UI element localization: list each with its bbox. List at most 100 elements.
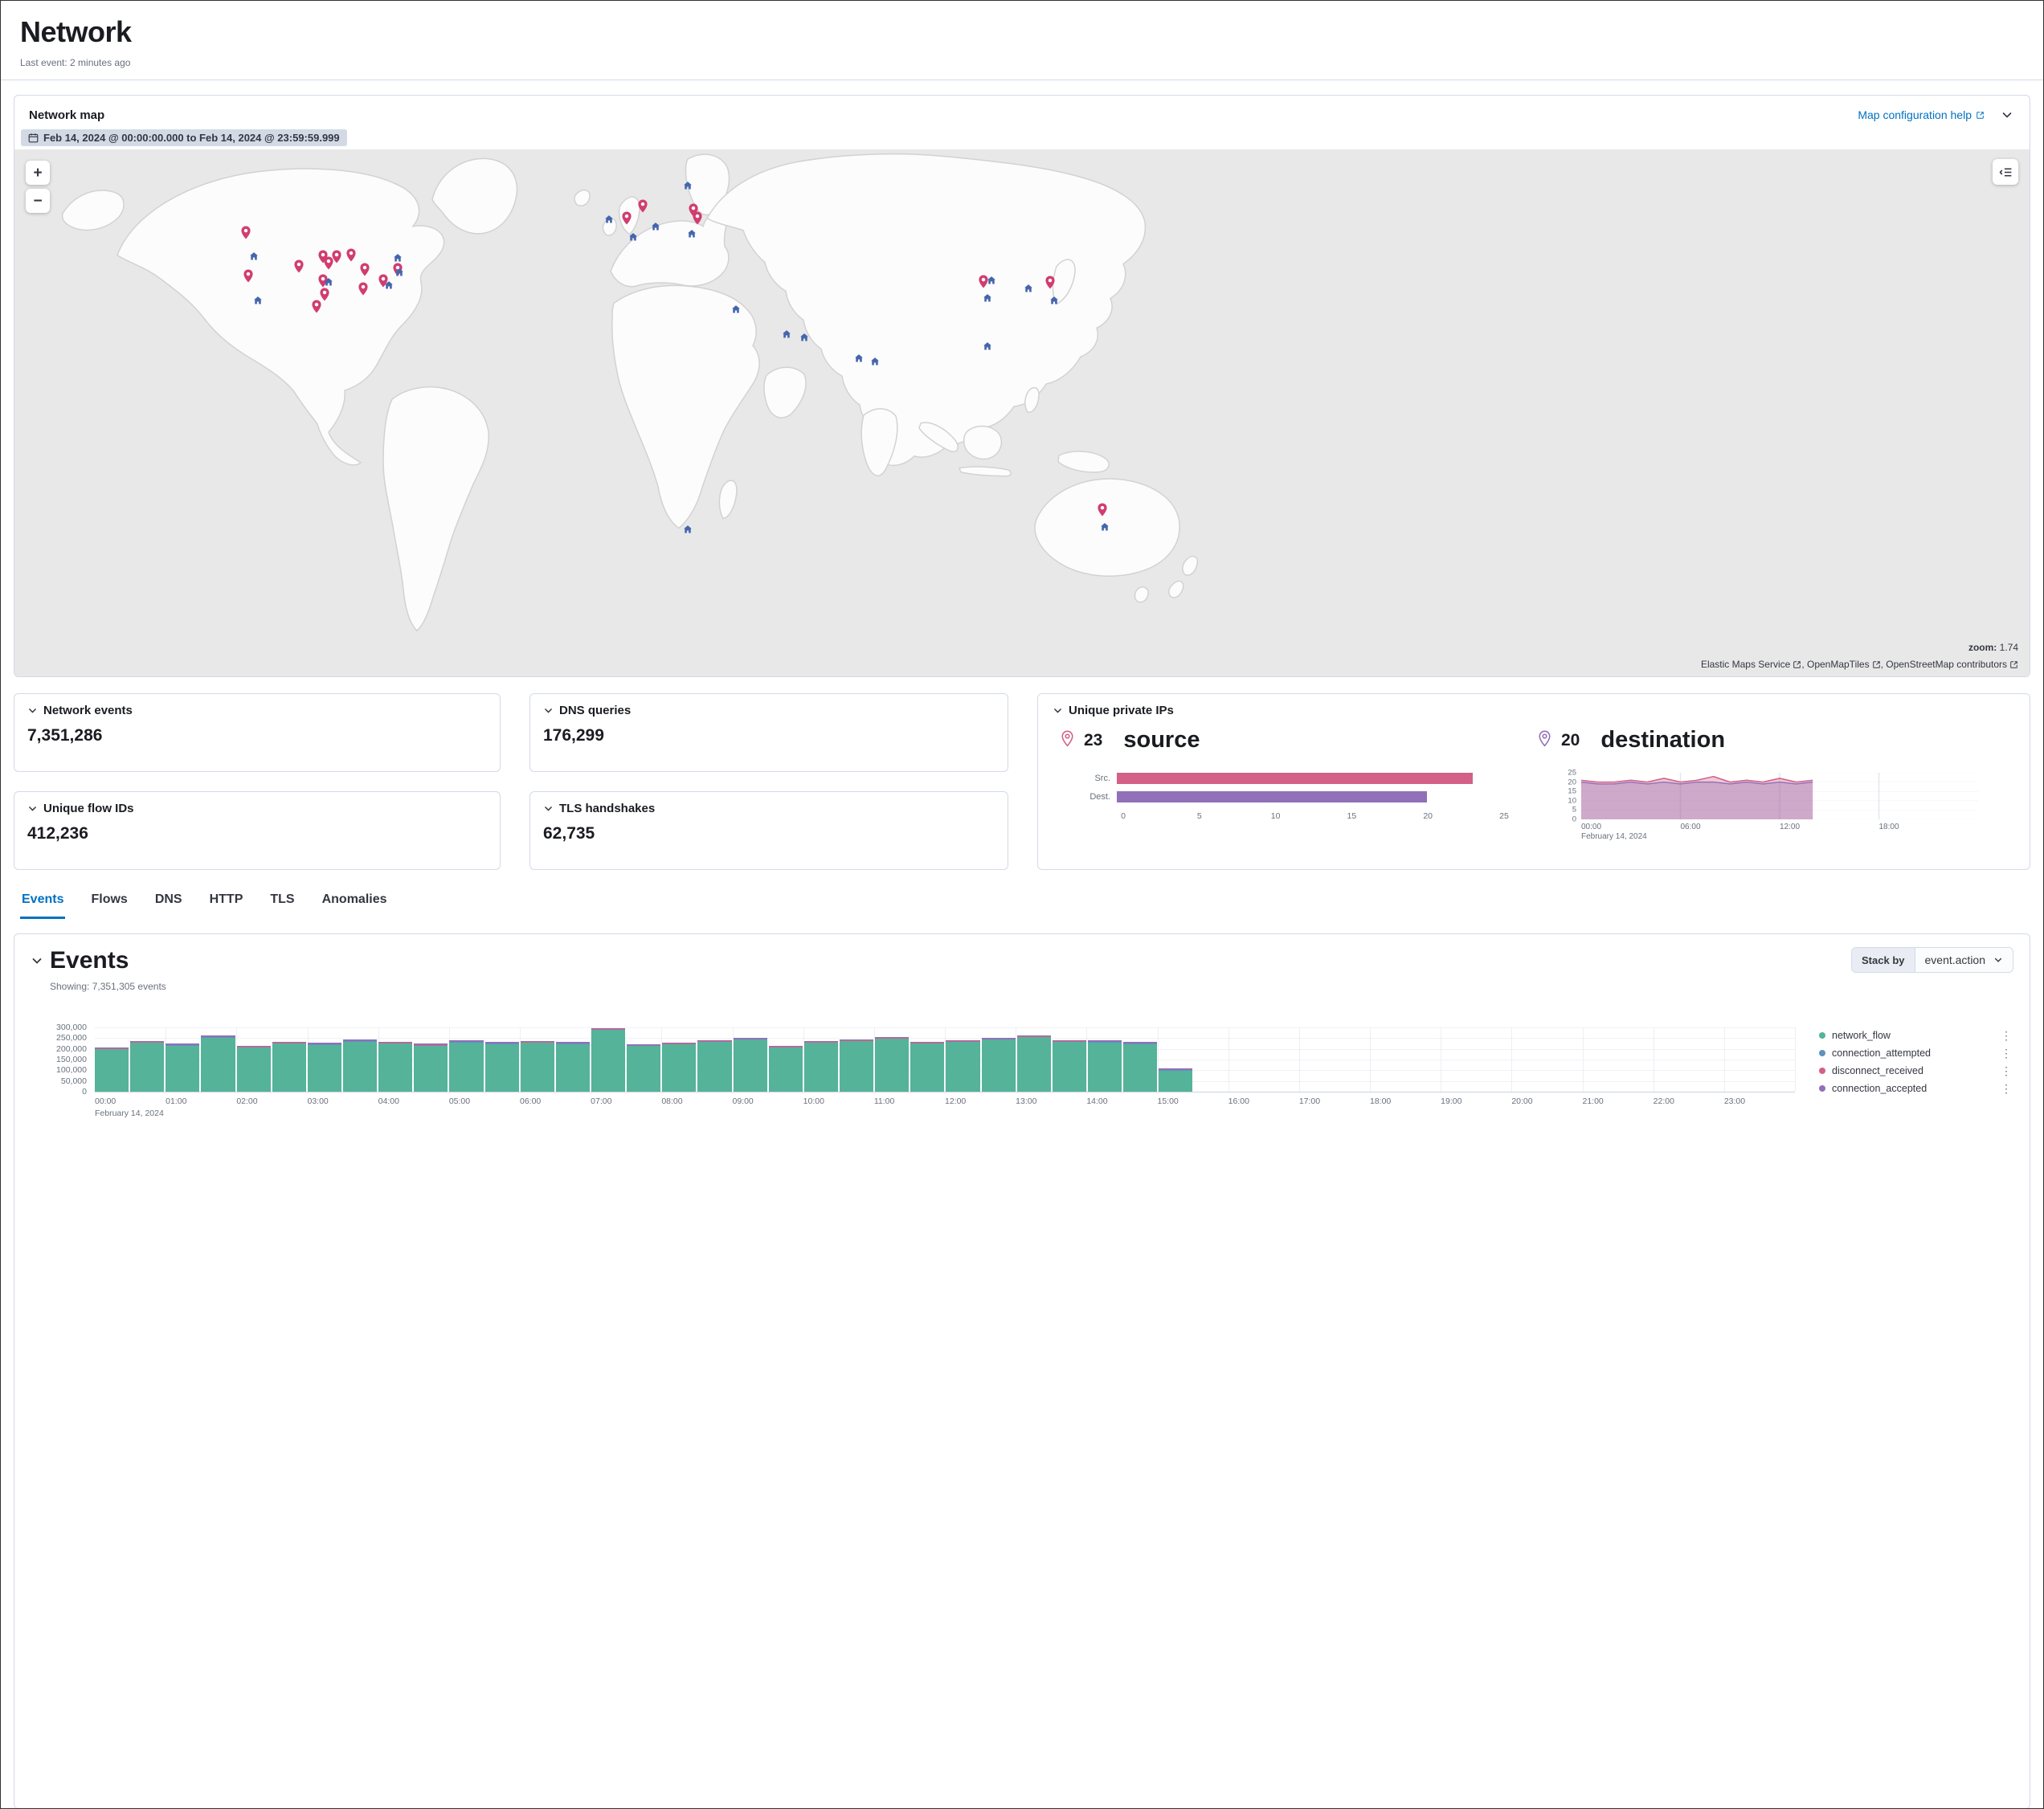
source-ips-label: source — [1123, 727, 1200, 753]
map-building-marker[interactable] — [1049, 295, 1059, 309]
chevron-down-icon[interactable] — [543, 803, 554, 814]
map-building-marker[interactable] — [651, 221, 660, 235]
legend-options-icon[interactable]: ⋮ — [1999, 1030, 2013, 1041]
map-building-marker[interactable] — [687, 228, 697, 243]
tab-dns[interactable]: DNS — [153, 889, 184, 919]
map-building-marker[interactable] — [870, 356, 880, 370]
axis-tick-label: 5 — [1197, 811, 1202, 821]
page-header: Network Last event: 2 minutes ago — [1, 1, 2043, 68]
legend-label[interactable]: disconnect_received — [1832, 1065, 1999, 1076]
histogram-x-axis: 00:0001:0002:0003:0004:0005:0006:0007:00… — [95, 1092, 1795, 1121]
events-panel: Events Showing: 7,351,305 events Stack b… — [14, 933, 2030, 1809]
axis-tick-label: 20 — [1568, 778, 1576, 786]
map-pin-marker[interactable] — [358, 282, 368, 300]
map-building-marker[interactable] — [799, 332, 809, 346]
map-building-marker[interactable] — [249, 251, 259, 265]
histogram-bar — [272, 1027, 306, 1092]
histogram-bar-segment — [95, 1049, 129, 1092]
attribution-link-openmaptiles[interactable]: OpenMapTiles — [1807, 659, 1881, 670]
bar-chart-row: Dest. — [1086, 791, 1504, 802]
histogram-legend: network_flow⋮connection_attempted⋮discon… — [1795, 1027, 2013, 1121]
area-chart-x-axis: 00:0006:0012:0018:00February 14, 2024 — [1581, 819, 1978, 842]
map-building-marker[interactable] — [253, 295, 263, 309]
histogram-bar — [130, 1027, 164, 1092]
axis-tick-label: 10 — [1568, 796, 1576, 805]
attribution-link-elastic-maps-service[interactable]: Elastic Maps Service — [1701, 659, 1801, 670]
map-panel-collapse-chevron-icon[interactable] — [1999, 107, 2015, 123]
histogram-bar — [1123, 1027, 1157, 1092]
axis-tick-label: 04:00 — [378, 1096, 399, 1106]
map-building-marker[interactable] — [394, 267, 404, 281]
axis-tick-label: 21:00 — [1583, 1096, 1604, 1106]
tab-events[interactable]: Events — [20, 889, 65, 919]
map-pin-marker[interactable] — [622, 211, 632, 229]
map-building-marker[interactable] — [683, 524, 693, 538]
legend-color-dot — [1819, 1068, 1825, 1074]
map-configuration-help-link[interactable]: Map configuration help — [1858, 108, 1985, 121]
map-building-marker[interactable] — [782, 329, 791, 343]
map-building-marker[interactable] — [731, 304, 741, 318]
tab-flows[interactable]: Flows — [89, 889, 129, 919]
histogram-bar-segment — [769, 1047, 803, 1092]
map-legend-toggle-button[interactable] — [1993, 159, 2018, 185]
map-building-marker[interactable] — [604, 214, 614, 228]
map-building-marker[interactable] — [987, 275, 996, 289]
map-pin-marker[interactable] — [243, 269, 253, 287]
map-building-marker[interactable] — [983, 341, 992, 355]
histogram-bar — [485, 1027, 519, 1092]
tab-http[interactable]: HTTP — [208, 889, 245, 919]
map-zoom-out-button[interactable]: − — [26, 189, 50, 213]
map-pin-marker[interactable] — [312, 300, 322, 317]
histogram-plot — [95, 1027, 1795, 1092]
legend-label[interactable]: connection_attempted — [1832, 1047, 1999, 1059]
chevron-down-icon[interactable] — [27, 803, 38, 814]
stack-by-select[interactable]: event.action — [1915, 948, 2013, 972]
map-building-marker[interactable] — [1100, 521, 1110, 536]
map-pin-marker[interactable] — [693, 211, 703, 229]
axis-tick-label: 10:00 — [803, 1096, 824, 1106]
axis-tick-label: 300,000 — [56, 1023, 87, 1032]
map-canvas[interactable]: + − zoom: 1.74 Elastic Maps Service, Ope… — [14, 149, 2030, 676]
map-pin-marker[interactable] — [638, 199, 648, 217]
map-building-marker[interactable] — [384, 280, 394, 294]
histogram-bar — [840, 1027, 873, 1092]
map-pin-marker[interactable] — [345, 248, 356, 266]
legend-label[interactable]: connection_accepted — [1832, 1083, 1999, 1094]
tab-tls[interactable]: TLS — [268, 889, 296, 919]
map-building-marker[interactable] — [324, 276, 333, 291]
chevron-down-icon[interactable] — [31, 954, 43, 967]
axis-tick-label: 5 — [1572, 806, 1576, 815]
map-building-marker[interactable] — [854, 353, 864, 367]
legend-label[interactable]: network_flow — [1832, 1030, 1999, 1041]
histogram-bar — [734, 1027, 767, 1092]
map-pin-marker[interactable] — [293, 259, 304, 277]
histogram-bar — [591, 1027, 625, 1092]
unique-ips-area-chart: 2520151050 00:0006:0012:0018:00February … — [1560, 773, 1978, 842]
map-building-marker[interactable] — [983, 292, 992, 307]
map-building-marker[interactable] — [1024, 283, 1033, 297]
legend-options-icon[interactable]: ⋮ — [1999, 1047, 2013, 1059]
map-building-marker[interactable] — [393, 252, 403, 267]
attribution-link-openstreetmap-contributors[interactable]: OpenStreetMap contributors — [1886, 659, 2018, 670]
axis-tick-label: 17:00 — [1299, 1096, 1320, 1106]
tab-anomalies[interactable]: Anomalies — [321, 889, 389, 919]
map-zoom-in-button[interactable]: + — [26, 161, 50, 185]
map-building-marker[interactable] — [683, 180, 693, 194]
map-pin-marker[interactable] — [324, 256, 334, 274]
map-date-range-badge[interactable]: Feb 14, 2024 @ 00:00:00.000 to Feb 14, 2… — [21, 129, 347, 146]
legend-options-icon[interactable]: ⋮ — [1999, 1083, 2013, 1094]
map-footer: zoom: 1.74 Elastic Maps Service, OpenMap… — [1701, 642, 2018, 670]
chevron-down-icon[interactable] — [27, 705, 38, 716]
network-map-panel: Network map Map configuration help Feb 1… — [14, 95, 2030, 677]
chevron-down-icon[interactable] — [1053, 705, 1063, 716]
map-pin-marker[interactable] — [360, 263, 370, 280]
legend-color-dot — [1819, 1050, 1825, 1056]
axis-tick-label: 15 — [1568, 787, 1576, 796]
bar-chart-bar — [1117, 773, 1473, 784]
map-building-marker[interactable] — [628, 231, 638, 246]
map-pin-marker[interactable] — [1045, 276, 1056, 293]
map-pin-marker[interactable] — [1098, 503, 1108, 521]
legend-options-icon[interactable]: ⋮ — [1999, 1065, 2013, 1076]
map-pin-marker[interactable] — [241, 226, 251, 243]
chevron-down-icon[interactable] — [543, 705, 554, 716]
